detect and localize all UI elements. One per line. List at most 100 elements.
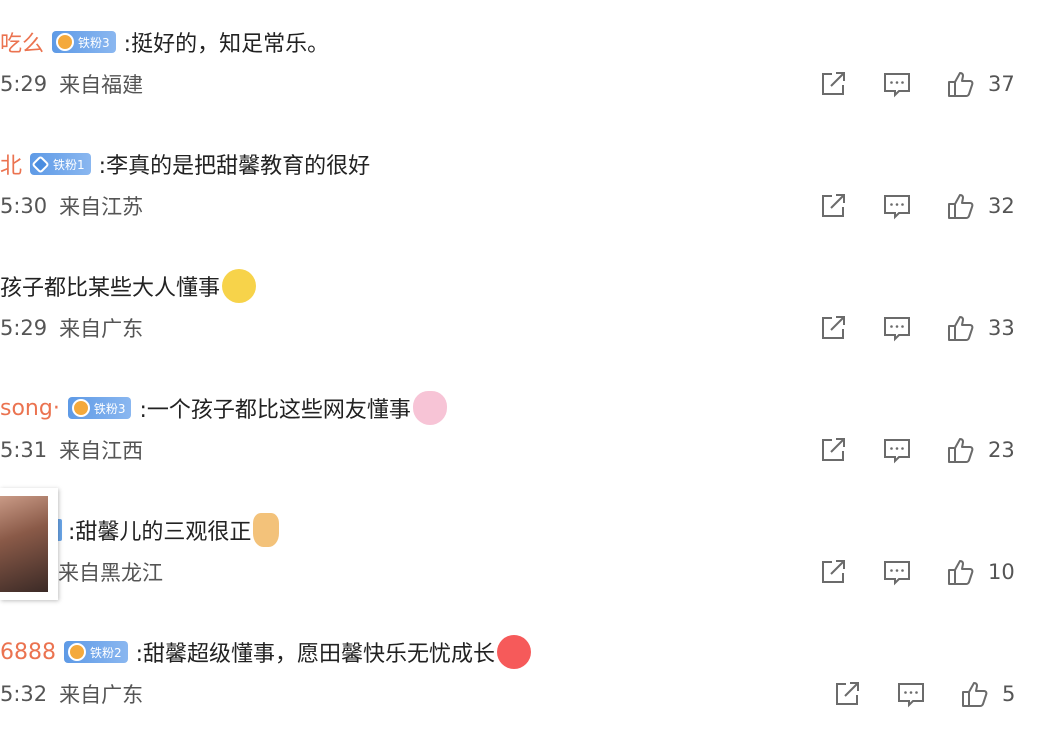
fan-badge[interactable]: 铁粉3 (52, 31, 116, 53)
badge-label: 铁粉3 (93, 401, 126, 416)
like-button[interactable]: 37 (946, 69, 1015, 99)
like-button[interactable]: 10 (946, 557, 1015, 587)
like-count: 33 (988, 316, 1015, 340)
like-button[interactable]: 33 (946, 313, 1015, 343)
comment-actions: 5 (832, 676, 1015, 712)
comment-time: 5:30 (0, 194, 48, 218)
flushed-emoji-icon (497, 635, 532, 669)
share-icon (822, 560, 845, 583)
comment-button[interactable] (882, 69, 912, 99)
comment-meta: 5:30 来自江苏 (0, 190, 143, 222)
comment-meta: 来自黑龙江 (58, 556, 163, 588)
comment-header: song· 铁粉3 :一个孩子都比这些网友懂事 (0, 390, 447, 426)
comment-location: 来自广东 (59, 317, 144, 341)
badge-medal-icon (68, 643, 86, 661)
like-count: 37 (988, 72, 1015, 96)
badge-label: 铁粉3 (78, 35, 110, 50)
share-button[interactable] (818, 313, 848, 343)
share-icon (836, 682, 859, 705)
comment-actions: 10 (818, 554, 1015, 590)
thumbs-up-icon (948, 438, 974, 463)
comment-text: :李真的是把甜馨教育的很好 (98, 154, 371, 179)
comment-header: 北 铁粉1 :李真的是把甜馨教育的很好 (0, 146, 370, 182)
share-button[interactable] (818, 69, 848, 99)
fan-badge[interactable]: 铁粉2 (64, 641, 128, 663)
comment-icon (884, 317, 910, 342)
share-icon (822, 72, 845, 95)
bunny-emoji-icon (412, 391, 447, 425)
comment-item: 吃么 铁粉3 :挺好的，知足常乐。 5:29 来自福建 37 (0, 0, 1060, 122)
like-button[interactable]: 5 (960, 679, 1015, 709)
badge-medal-icon (71, 399, 90, 417)
smirk-emoji-icon (222, 269, 257, 303)
username-link[interactable]: 吃么 (0, 26, 44, 58)
comment-actions: 23 (818, 432, 1015, 468)
comment-meta: 5:29 来自福建 (0, 68, 143, 100)
like-count: 23 (988, 438, 1015, 462)
comment-header: 6888 铁粉2 :甜馨超级懂事，愿田馨快乐无忧成长 (0, 634, 532, 670)
fan-badge[interactable]: 铁粉3 (67, 397, 132, 419)
comment-actions: 37 (818, 66, 1015, 102)
thumbs-up-icon (962, 682, 988, 707)
share-button[interactable] (832, 679, 862, 709)
comment-time: 5:29 (0, 316, 48, 340)
comment-header: :甜馨儿的三观很正 (56, 512, 280, 548)
comment-item: 孩子都比某些大人懂事 5:29 来自广东 33 (0, 244, 1060, 366)
comment-actions: 32 (818, 188, 1015, 224)
avatar-photo (0, 496, 48, 592)
comment-icon (884, 439, 910, 464)
comment-location: 来自江苏 (59, 195, 144, 219)
comment-meta: 5:29 来自广东 (0, 312, 143, 344)
thumbs-up-emoji-icon (253, 513, 280, 547)
comment-text: 孩子都比某些大人懂事 (0, 276, 221, 301)
fan-badge[interactable]: 铁粉1 (30, 153, 91, 175)
thumbs-up-icon (948, 194, 974, 219)
comment-button[interactable] (882, 313, 912, 343)
comment-item: :甜馨儿的三观很正 来自黑龙江 10 (0, 488, 1060, 610)
comment-text: :挺好的，知足常乐。 (123, 32, 330, 57)
comment-location: 来自广东 (59, 683, 144, 707)
comment-icon (884, 195, 910, 220)
comment-button[interactable] (882, 191, 912, 221)
comment-actions: 33 (818, 310, 1015, 346)
like-count: 10 (988, 560, 1015, 584)
comment-time: 5:29 (0, 72, 48, 96)
thumbs-up-icon (948, 560, 974, 585)
like-count: 32 (988, 194, 1015, 218)
comment-header: 孩子都比某些大人懂事 (0, 268, 257, 304)
share-icon (822, 438, 845, 461)
badge-label: 铁粉2 (90, 645, 122, 660)
thumbs-up-icon (948, 316, 974, 341)
comment-meta: 5:31 来自江西 (0, 434, 143, 466)
like-button[interactable]: 32 (946, 191, 1015, 221)
comment-header: 吃么 铁粉3 :挺好的，知足常乐。 (0, 24, 329, 60)
username-link[interactable]: 北 (0, 148, 22, 180)
comment-time: 5:31 (0, 438, 48, 462)
share-button[interactable] (818, 557, 848, 587)
comment-time: 5:32 (0, 682, 48, 706)
comment-button[interactable] (882, 557, 912, 587)
badge-diamond-icon (31, 154, 50, 174)
comment-text: :甜馨儿的三观很正 (68, 520, 252, 545)
share-icon (822, 316, 845, 339)
comment-meta: 5:32 来自广东 (0, 678, 143, 710)
username-link[interactable]: song· (0, 396, 60, 421)
comment-icon (884, 73, 910, 98)
comment-button[interactable] (882, 435, 912, 465)
comment-icon (884, 561, 910, 586)
like-button[interactable]: 23 (946, 435, 1015, 465)
username-link[interactable]: 6888 (0, 640, 56, 665)
share-button[interactable] (818, 191, 848, 221)
comment-location: 来自江西 (59, 439, 144, 463)
comment-location: 来自福建 (59, 73, 144, 97)
like-count: 5 (1002, 682, 1016, 706)
comment-text: :一个孩子都比这些网友懂事 (139, 398, 411, 423)
badge-label: 铁粉1 (53, 157, 85, 172)
comment-button[interactable] (896, 679, 926, 709)
share-button[interactable] (818, 435, 848, 465)
share-icon (822, 194, 845, 217)
thumbs-up-icon (948, 72, 974, 97)
comment-item: song· 铁粉3 :一个孩子都比这些网友懂事 5:31 来自江西 23 (0, 366, 1060, 488)
avatar[interactable] (0, 488, 58, 600)
comment-text: :甜馨超级懂事，愿田馨快乐无忧成长 (135, 642, 496, 667)
